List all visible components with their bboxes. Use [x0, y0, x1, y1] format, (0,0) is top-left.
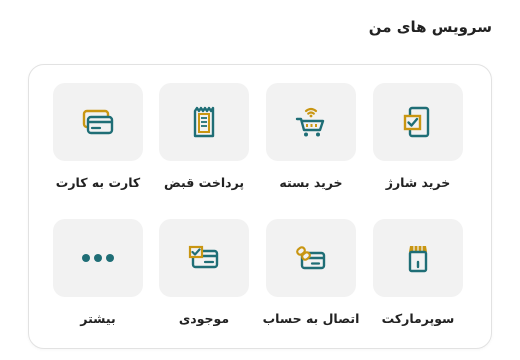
service-label: اتصال به حساب [262, 311, 360, 326]
more-dots-icon [82, 254, 114, 262]
balance-card-icon [188, 245, 219, 269]
service-buy-charge[interactable]: خرید شارژ [373, 83, 463, 190]
service-label: کارت به کارت [55, 175, 141, 190]
service-label: موجودی [178, 311, 230, 326]
service-pay-bill[interactable]: پرداخت قبض [159, 83, 249, 190]
service-label: بیشتر [80, 311, 116, 326]
service-tile-box [53, 83, 143, 161]
service-link-account[interactable]: اتصال به حساب [263, 219, 359, 326]
service-tile-box [53, 219, 143, 297]
cart-wifi-icon [295, 107, 325, 137]
service-label: خرید شارژ [385, 175, 451, 190]
service-label: پرداخت قبض [163, 175, 245, 190]
service-balance[interactable]: موجودی [159, 219, 249, 326]
service-buy-package[interactable]: خرید بسته [266, 83, 356, 190]
service-tile-box [159, 219, 249, 297]
service-tile-box [373, 83, 463, 161]
phone-check-icon [403, 106, 430, 138]
service-card-to-card[interactable]: کارت به کارت [53, 83, 143, 190]
service-supermarket[interactable]: سوپرمارکت [373, 219, 463, 326]
receipt-icon [193, 106, 215, 138]
service-tile-box [373, 219, 463, 297]
service-tile-box [266, 219, 356, 297]
service-tile-box [159, 83, 249, 161]
service-label: خرید بسته [279, 175, 343, 190]
link-card-icon [296, 246, 326, 270]
store-icon [408, 246, 428, 273]
section-title: سرویس های من [368, 18, 492, 36]
service-label: سوپرمارکت [381, 311, 455, 326]
cards-icon [82, 109, 114, 135]
service-tile-box [266, 83, 356, 161]
services-card: خرید شارژ خرید بسته پرداخت قبض کارت به ک… [28, 64, 492, 349]
service-more[interactable]: بیشتر [53, 219, 143, 326]
